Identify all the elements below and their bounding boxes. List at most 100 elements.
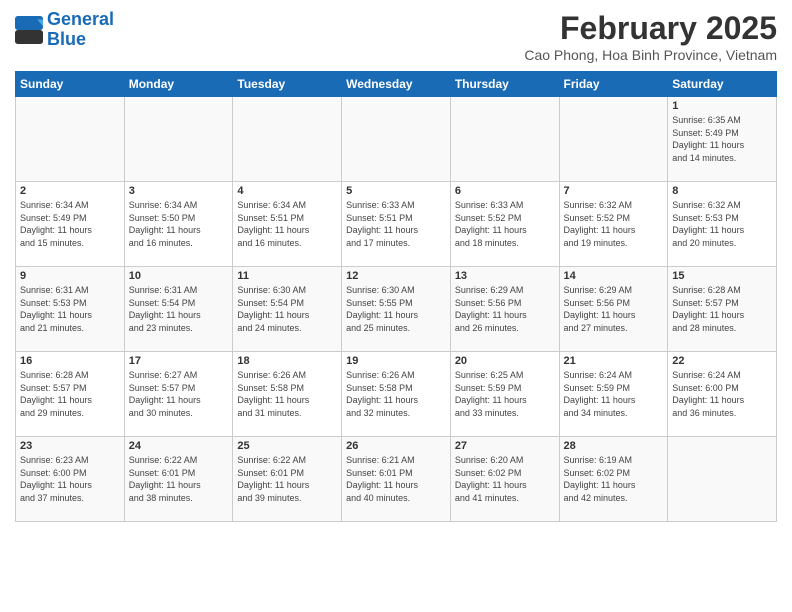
day-info: Sunrise: 6:26 AM Sunset: 5:58 PM Dayligh…: [237, 369, 337, 419]
calendar-cell: 20 Sunrise: 6:25 AM Sunset: 5:59 PM Dayli…: [450, 352, 559, 437]
day-number: 10: [129, 270, 229, 282]
day-number: 12: [346, 270, 446, 282]
calendar-cell: [450, 97, 559, 182]
day-info: Sunrise: 6:26 AM Sunset: 5:58 PM Dayligh…: [346, 369, 446, 419]
calendar-cell: 21 Sunrise: 6:24 AM Sunset: 5:59 PM Dayli…: [559, 352, 668, 437]
calendar-cell: 24 Sunrise: 6:22 AM Sunset: 6:01 PM Dayli…: [124, 437, 233, 522]
calendar-cell: 22 Sunrise: 6:24 AM Sunset: 6:00 PM Dayli…: [668, 352, 777, 437]
day-info: Sunrise: 6:35 AM Sunset: 5:49 PM Dayligh…: [672, 114, 772, 164]
calendar-cell: 19Sunrise: 6:26 AM Sunset: 5:58 PM Dayli…: [342, 352, 451, 437]
calendar-cell: 26 Sunrise: 6:21 AM Sunset: 6:01 PM Dayli…: [342, 437, 451, 522]
day-info: Sunrise: 6:28 AM Sunset: 5:57 PM Dayligh…: [672, 284, 772, 334]
weekday-header-wednesday: Wednesday: [342, 72, 451, 97]
day-number: 14: [564, 270, 664, 282]
day-number: 11: [237, 270, 337, 282]
calendar-cell: 23Sunrise: 6:23 AM Sunset: 6:00 PM Dayli…: [16, 437, 125, 522]
calendar-cell: 10 Sunrise: 6:31 AM Sunset: 5:54 PM Dayli…: [124, 267, 233, 352]
logo: General Blue: [15, 10, 114, 50]
logo-text: General Blue: [47, 10, 114, 50]
calendar-cell: 6Sunrise: 6:33 AM Sunset: 5:52 PM Daylig…: [450, 182, 559, 267]
weekday-header-saturday: Saturday: [668, 72, 777, 97]
day-info: Sunrise: 6:33 AM Sunset: 5:51 PM Dayligh…: [346, 199, 446, 249]
calendar-cell: 9 Sunrise: 6:31 AM Sunset: 5:53 PM Daylig…: [16, 267, 125, 352]
day-number: 27: [455, 440, 555, 452]
day-info: Sunrise: 6:24 AM Sunset: 6:00 PM Dayligh…: [672, 369, 772, 419]
title-block: February 2025 Cao Phong, Hoa Binh Provin…: [524, 10, 777, 63]
day-number: 25: [237, 440, 337, 452]
calendar-week-row: 9 Sunrise: 6:31 AM Sunset: 5:53 PM Daylig…: [16, 267, 777, 352]
day-number: 22: [672, 355, 772, 367]
day-number: 5: [346, 185, 446, 197]
day-number: 20: [455, 355, 555, 367]
header: General Blue February 2025 Cao Phong, Ho…: [15, 10, 777, 63]
calendar-cell: 15 Sunrise: 6:28 AM Sunset: 5:57 PM Dayli…: [668, 267, 777, 352]
day-number: 26: [346, 440, 446, 452]
calendar-cell: 4 Sunrise: 6:34 AM Sunset: 5:51 PM Daylig…: [233, 182, 342, 267]
weekday-header-friday: Friday: [559, 72, 668, 97]
day-info: Sunrise: 6:28 AM Sunset: 5:57 PM Dayligh…: [20, 369, 120, 419]
day-info: Sunrise: 6:23 AM Sunset: 6:00 PM Dayligh…: [20, 454, 120, 504]
day-number: 17: [129, 355, 229, 367]
day-info: Sunrise: 6:31 AM Sunset: 5:54 PM Dayligh…: [129, 284, 229, 334]
calendar-cell: 8 Sunrise: 6:32 AM Sunset: 5:53 PM Daylig…: [668, 182, 777, 267]
day-info: Sunrise: 6:24 AM Sunset: 5:59 PM Dayligh…: [564, 369, 664, 419]
day-number: 18: [237, 355, 337, 367]
day-number: 4: [237, 185, 337, 197]
main-title: February 2025: [524, 10, 777, 47]
day-number: 24: [129, 440, 229, 452]
calendar-week-row: 2Sunrise: 6:34 AM Sunset: 5:49 PM Daylig…: [16, 182, 777, 267]
weekday-header-monday: Monday: [124, 72, 233, 97]
logo-icon: [15, 16, 43, 44]
calendar-week-row: 16Sunrise: 6:28 AM Sunset: 5:57 PM Dayli…: [16, 352, 777, 437]
day-info: Sunrise: 6:32 AM Sunset: 5:53 PM Dayligh…: [672, 199, 772, 249]
calendar-cell: 16Sunrise: 6:28 AM Sunset: 5:57 PM Dayli…: [16, 352, 125, 437]
calendar-cell: [16, 97, 125, 182]
calendar-cell: [342, 97, 451, 182]
calendar-cell: 14 Sunrise: 6:29 AM Sunset: 5:56 PM Dayli…: [559, 267, 668, 352]
day-number: 28: [564, 440, 664, 452]
calendar-week-row: 1 Sunrise: 6:35 AM Sunset: 5:49 PM Daylig…: [16, 97, 777, 182]
day-number: 7: [564, 185, 664, 197]
day-info: Sunrise: 6:22 AM Sunset: 6:01 PM Dayligh…: [237, 454, 337, 504]
day-info: Sunrise: 6:22 AM Sunset: 6:01 PM Dayligh…: [129, 454, 229, 504]
day-number: 13: [455, 270, 555, 282]
calendar-week-row: 23Sunrise: 6:23 AM Sunset: 6:00 PM Dayli…: [16, 437, 777, 522]
day-info: Sunrise: 6:27 AM Sunset: 5:57 PM Dayligh…: [129, 369, 229, 419]
day-info: Sunrise: 6:31 AM Sunset: 5:53 PM Dayligh…: [20, 284, 120, 334]
day-number: 3: [129, 185, 229, 197]
calendar-cell: 25 Sunrise: 6:22 AM Sunset: 6:01 PM Dayli…: [233, 437, 342, 522]
day-info: Sunrise: 6:29 AM Sunset: 5:56 PM Dayligh…: [455, 284, 555, 334]
day-info: Sunrise: 6:33 AM Sunset: 5:52 PM Dayligh…: [455, 199, 555, 249]
calendar-cell: 11 Sunrise: 6:30 AM Sunset: 5:54 PM Dayli…: [233, 267, 342, 352]
subtitle: Cao Phong, Hoa Binh Province, Vietnam: [524, 47, 777, 63]
calendar-cell: [233, 97, 342, 182]
calendar-cell: 5 Sunrise: 6:33 AM Sunset: 5:51 PM Daylig…: [342, 182, 451, 267]
day-info: Sunrise: 6:21 AM Sunset: 6:01 PM Dayligh…: [346, 454, 446, 504]
day-number: 8: [672, 185, 772, 197]
calendar-table: SundayMondayTuesdayWednesdayThursdayFrid…: [15, 71, 777, 522]
day-info: Sunrise: 6:30 AM Sunset: 5:54 PM Dayligh…: [237, 284, 337, 334]
calendar-cell: 27 Sunrise: 6:20 AM Sunset: 6:02 PM Dayli…: [450, 437, 559, 522]
calendar-cell: 2Sunrise: 6:34 AM Sunset: 5:49 PM Daylig…: [16, 182, 125, 267]
day-info: Sunrise: 6:25 AM Sunset: 5:59 PM Dayligh…: [455, 369, 555, 419]
day-number: 15: [672, 270, 772, 282]
calendar-cell: 3 Sunrise: 6:34 AM Sunset: 5:50 PM Daylig…: [124, 182, 233, 267]
day-info: Sunrise: 6:30 AM Sunset: 5:55 PM Dayligh…: [346, 284, 446, 334]
day-number: 9: [20, 270, 120, 282]
weekday-header-thursday: Thursday: [450, 72, 559, 97]
day-number: 1: [672, 100, 772, 112]
day-info: Sunrise: 6:32 AM Sunset: 5:52 PM Dayligh…: [564, 199, 664, 249]
day-info: Sunrise: 6:34 AM Sunset: 5:51 PM Dayligh…: [237, 199, 337, 249]
calendar-cell: [668, 437, 777, 522]
calendar-cell: 12 Sunrise: 6:30 AM Sunset: 5:55 PM Dayli…: [342, 267, 451, 352]
day-number: 21: [564, 355, 664, 367]
calendar-cell: 28Sunrise: 6:19 AM Sunset: 6:02 PM Dayli…: [559, 437, 668, 522]
day-info: Sunrise: 6:29 AM Sunset: 5:56 PM Dayligh…: [564, 284, 664, 334]
calendar-cell: [559, 97, 668, 182]
logo-line1: General: [47, 9, 114, 29]
day-info: Sunrise: 6:34 AM Sunset: 5:50 PM Dayligh…: [129, 199, 229, 249]
weekday-header-row: SundayMondayTuesdayWednesdayThursdayFrid…: [16, 72, 777, 97]
day-info: Sunrise: 6:20 AM Sunset: 6:02 PM Dayligh…: [455, 454, 555, 504]
weekday-header-tuesday: Tuesday: [233, 72, 342, 97]
calendar-cell: 13 Sunrise: 6:29 AM Sunset: 5:56 PM Dayli…: [450, 267, 559, 352]
